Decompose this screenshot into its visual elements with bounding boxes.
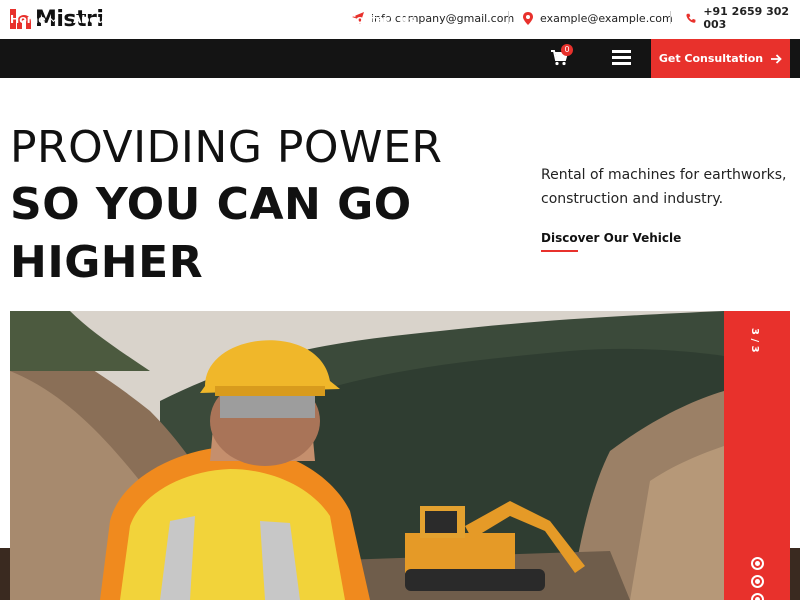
phone-contact[interactable]: +91 2659 302 003 <box>686 5 800 31</box>
chevron-down-icon <box>49 14 57 22</box>
email-contact-secondary[interactable]: example@example.com <box>523 10 673 26</box>
nav-item-blog[interactable]: Blog <box>292 0 331 39</box>
chevron-down-icon <box>209 14 217 22</box>
chevron-down-icon <box>270 14 278 22</box>
hero-heading-line-2: SO YOU CAN GO <box>10 179 412 230</box>
location-pin-icon <box>523 11 533 25</box>
nav-item-services[interactable]: Services <box>153 0 217 39</box>
arrow-right-icon <box>771 53 782 64</box>
link-underline <box>541 250 578 252</box>
hero-description: Rental of machines for earthworks, const… <box>541 167 787 207</box>
slider-dot-2[interactable] <box>751 575 764 588</box>
slider-dot-1[interactable] <box>751 557 764 570</box>
cart-count-badge: 0 <box>561 44 573 56</box>
nav-item-pages[interactable]: Pages <box>229 0 278 39</box>
hero-image-worker-excavator <box>10 311 724 600</box>
phone-text: +91 2659 302 003 <box>703 5 790 31</box>
email-secondary-text: example@example.com <box>540 11 673 25</box>
nav-item-label: Contact Us <box>348 13 416 26</box>
background-strip-right <box>790 548 800 600</box>
phone-icon <box>686 13 696 23</box>
hamburger-menu-icon[interactable] <box>612 50 631 66</box>
discover-vehicle-link[interactable]: Discover Our Vehicle <box>541 231 681 245</box>
hero-heading-line-3: HIGHER <box>10 237 204 288</box>
chevron-down-icon <box>133 14 141 22</box>
slider-dot-3[interactable] <box>751 593 764 600</box>
divider <box>508 11 509 24</box>
cta-label: Get Consultation <box>658 52 764 65</box>
nav-item-about-us[interactable]: About Us <box>73 0 141 39</box>
nav-item-home[interactable]: Home <box>10 0 57 39</box>
nav-item-label: Blog <box>292 13 320 26</box>
nav-item-label: About Us <box>73 13 130 26</box>
hero-heading: PROVIDING POWER SO YOU CAN GO HIGHER <box>10 120 510 292</box>
background-strip-left <box>0 548 10 600</box>
nav-item-contact-us[interactable]: Contact Us <box>348 0 415 39</box>
divider <box>670 11 671 24</box>
slide-counter: 3 / 3 <box>749 328 760 353</box>
nav-item-label: Pages <box>229 13 267 26</box>
hero-heading-line-1: PROVIDING POWER <box>10 122 443 173</box>
nav-item-label: Services <box>153 13 206 26</box>
nav-item-label: Home <box>10 13 46 26</box>
chevron-down-icon <box>323 14 331 22</box>
get-consultation-button[interactable]: Get Consultation <box>651 39 790 78</box>
